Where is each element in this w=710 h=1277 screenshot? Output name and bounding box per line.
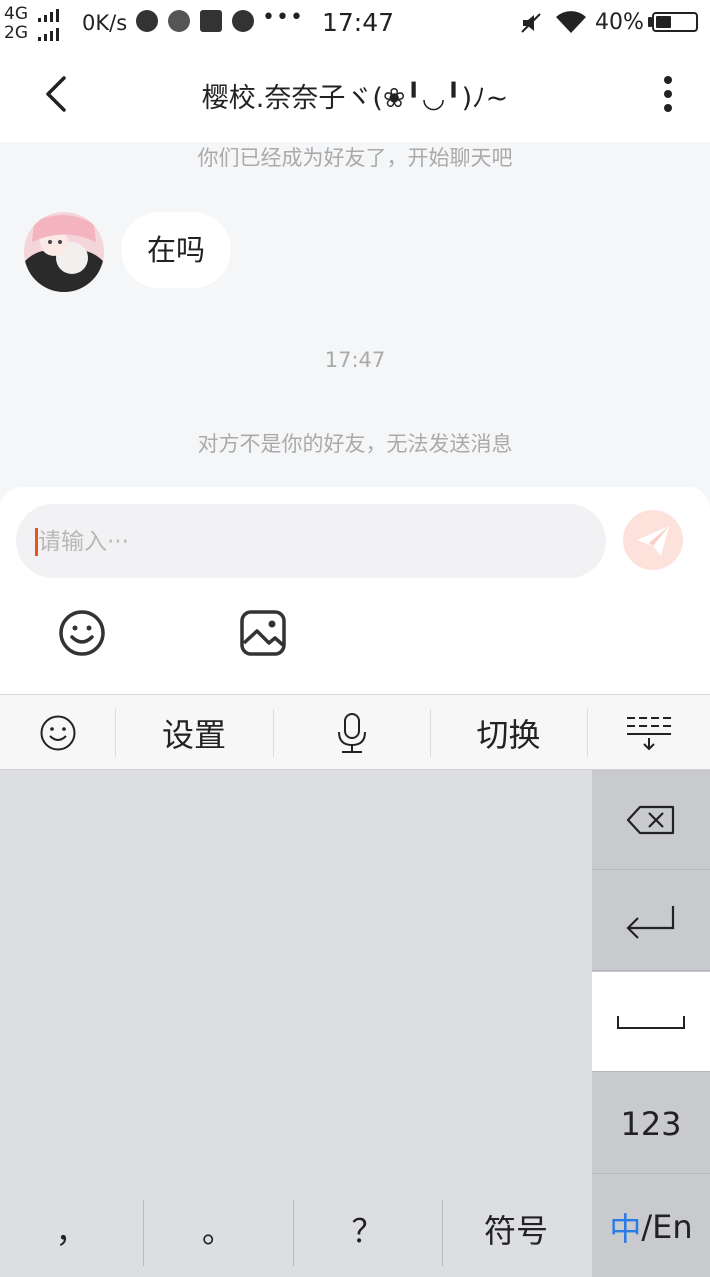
smiley-icon <box>40 715 75 751</box>
battery-fill <box>656 16 671 28</box>
network-type-1: 4G <box>4 4 28 24</box>
keyboard-toolbar: 设置 切换 <box>0 694 710 770</box>
keyboard-function-column: 123 中/En <box>592 770 710 1277</box>
hide-keyboard-button[interactable] <box>587 695 710 771</box>
comma-key[interactable]: ， <box>0 1180 143 1277</box>
battery-icon <box>652 12 698 32</box>
chat-title: 樱校.奈奈子ヾ(❀╹◡╹)ﾉ~ <box>201 83 509 114</box>
more-options-icon[interactable] <box>656 74 680 114</box>
message-bubble: 在吗 <box>121 212 232 288</box>
numbers-key[interactable]: 123 <box>592 1074 710 1174</box>
signal-icon-1 <box>38 8 64 22</box>
signal-icon-2 <box>38 27 64 41</box>
network-speed: 0K/s <box>82 11 128 35</box>
not-friend-notice: 对方不是你的好友，无法发送消息 <box>197 432 513 456</box>
language-toggle-key[interactable]: 中/En <box>592 1176 710 1277</box>
friend-notice: 你们已经成为好友了，开始聊天吧 <box>197 146 513 170</box>
wifi-icon <box>556 11 586 34</box>
space-icon <box>617 1015 685 1029</box>
status-time: 17:47 <box>322 8 395 37</box>
bag-icon <box>200 10 222 32</box>
image-picker-icon[interactable] <box>239 609 287 657</box>
lang-zh-label: 中 <box>609 1209 642 1248</box>
input-placeholder: 请输入··· <box>38 529 129 555</box>
battery-percent: 40% <box>595 10 644 35</box>
avatar[interactable] <box>24 212 104 292</box>
question-key[interactable]: ？ <box>293 1180 442 1277</box>
more-notifications: ••• <box>262 5 304 30</box>
keyboard-emoji-button[interactable] <box>0 695 115 771</box>
chat-header: 樱校.奈奈子ヾ(❀╹◡╹)ﾉ~ <box>0 46 710 142</box>
emoji-icon[interactable] <box>58 609 106 657</box>
enter-icon <box>626 905 675 939</box>
keyboard-settings-button[interactable]: 设置 <box>115 695 273 771</box>
message-input[interactable]: 请输入··· <box>16 504 606 578</box>
send-button[interactable] <box>623 510 683 570</box>
backspace-key[interactable] <box>592 770 710 870</box>
status-bar: 4G 2G 0K/s ••• 17:47 40% <box>0 0 710 46</box>
symbols-key[interactable]: 符号 <box>442 1180 590 1277</box>
voice-input-button[interactable] <box>273 695 430 771</box>
message-timestamp: 17:47 <box>324 348 386 372</box>
globe-icon <box>232 10 254 32</box>
chat-area: 你们已经成为好友了，开始聊天吧 在吗 17:47 对方不是你的好友，无法发送消息 <box>0 142 710 487</box>
space-key[interactable] <box>592 972 710 1072</box>
microphone-icon <box>337 713 366 753</box>
back-icon[interactable] <box>40 74 76 114</box>
send-icon <box>637 526 669 556</box>
backspace-icon <box>626 805 675 834</box>
network-type-2: 2G <box>4 23 28 43</box>
keyboard-switch-button[interactable]: 切换 <box>430 695 587 771</box>
lang-en-label: /En <box>641 1207 693 1246</box>
speedometer-icon <box>136 10 158 32</box>
mute-icon <box>521 13 541 33</box>
input-panel: 请输入··· <box>0 487 710 694</box>
period-key[interactable]: 。 <box>143 1180 293 1277</box>
keyboard: 123 中/En ， 。 ？ 符号 <box>0 770 710 1277</box>
hide-keyboard-icon <box>626 717 671 751</box>
play-icon <box>168 10 190 32</box>
enter-key[interactable] <box>592 871 710 971</box>
